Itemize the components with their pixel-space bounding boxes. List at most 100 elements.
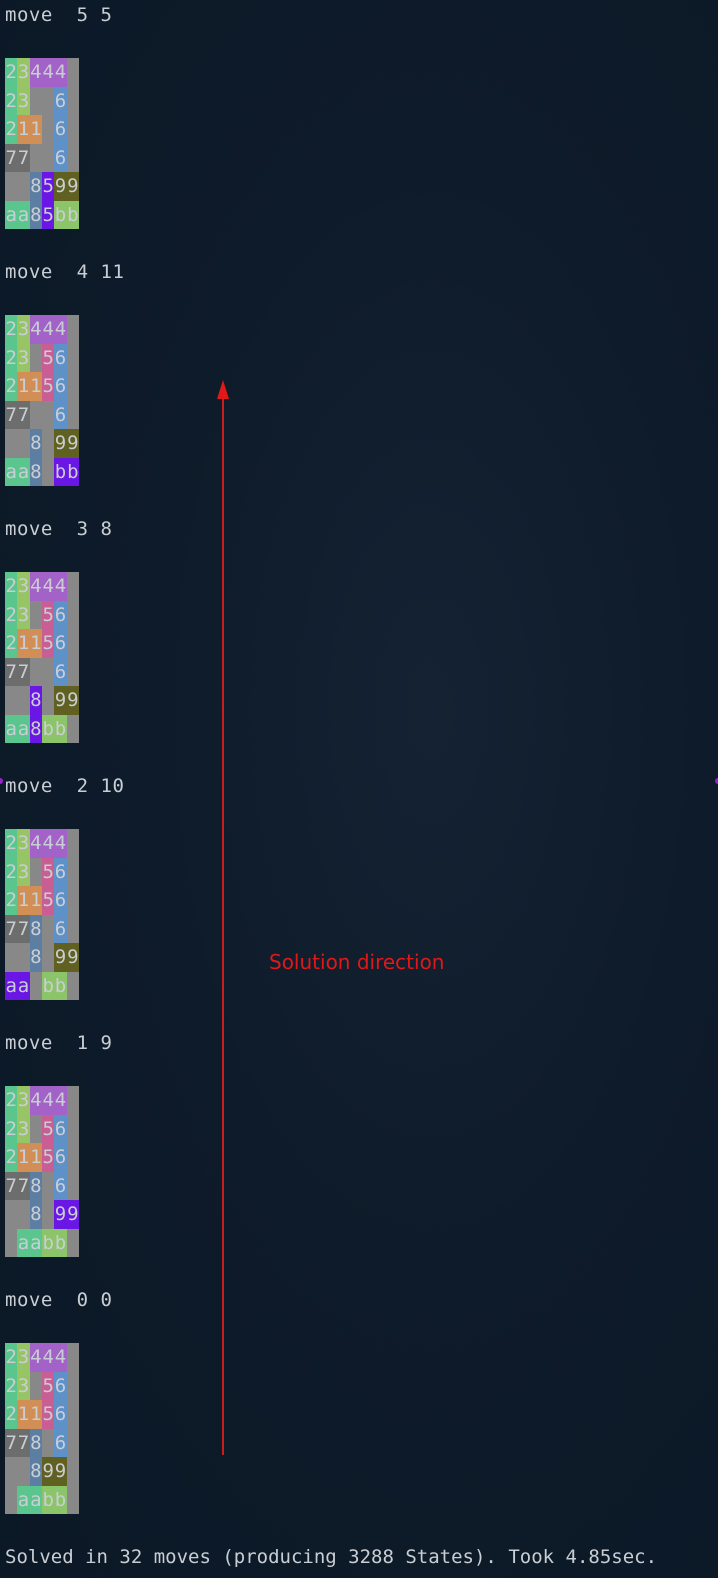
- board-cell: [67, 1143, 79, 1172]
- board-cell: 5: [42, 1114, 55, 1143]
- board-cell: b: [54, 457, 67, 486]
- board-cell: [67, 972, 79, 1001]
- board-cell: 4: [54, 1086, 67, 1115]
- board-cell: a: [17, 714, 30, 743]
- move-label: move 2 10: [5, 775, 125, 797]
- board-row: 23444: [5, 829, 79, 858]
- board-cell: 4: [29, 1343, 42, 1372]
- move-label: move 4 11: [5, 261, 125, 283]
- board-cell: 7: [5, 1171, 18, 1200]
- board-cell: [42, 87, 54, 116]
- board-cell: [30, 144, 42, 173]
- board-cell: b: [42, 714, 55, 743]
- board-cell: [30, 344, 42, 373]
- board-cell: [42, 1200, 54, 1229]
- board-cell: [67, 829, 79, 858]
- board-cell: 2: [5, 86, 18, 115]
- board-cell: 7: [17, 657, 30, 686]
- board-cell: 9: [54, 943, 67, 972]
- board-cell: b: [54, 714, 67, 743]
- board-cell: [30, 87, 42, 116]
- board-cell: 5: [42, 172, 55, 201]
- board-cell: [30, 401, 42, 430]
- board-cell: [17, 1200, 29, 1229]
- board-cell: b: [54, 971, 67, 1000]
- puzzle-board: 234442356211567786899aabb: [5, 1343, 79, 1514]
- board-cell: 2: [5, 886, 18, 915]
- puzzle-board: 23444235621156776899aa8bb: [5, 572, 79, 743]
- board-cell: [67, 315, 79, 344]
- board-cell: a: [17, 200, 30, 229]
- board-row: 2356: [5, 857, 79, 886]
- board-cell: 6: [54, 343, 67, 372]
- board-row: aabb: [5, 1228, 79, 1258]
- board-cell: 6: [54, 629, 67, 658]
- solution-direction-arrow-line: [222, 398, 224, 1455]
- board-cell: [67, 144, 79, 173]
- board-cell: b: [54, 1228, 67, 1257]
- board-cell: 3: [17, 1343, 30, 1372]
- board-row: 899: [5, 429, 79, 458]
- board-cell: 1: [17, 1400, 30, 1429]
- board-cell: 9: [66, 172, 79, 201]
- board-cell: 4: [29, 829, 42, 858]
- board-cell: a: [17, 1485, 30, 1514]
- board-cell: 7: [5, 143, 18, 172]
- board-cell: 8: [29, 1428, 42, 1457]
- board-cell: [67, 1172, 79, 1201]
- board-cell: [67, 344, 79, 373]
- board-cell: 8: [29, 943, 42, 972]
- board-cell: a: [5, 971, 18, 1000]
- board-cell: a: [29, 1485, 42, 1514]
- board-cell: 1: [17, 886, 30, 915]
- board-cell: 1: [17, 115, 30, 144]
- board-cell: [67, 915, 79, 944]
- board-cell: a: [5, 714, 18, 743]
- board-cell: 3: [17, 829, 30, 858]
- board-cell: 4: [42, 58, 55, 87]
- board-cell: b: [66, 457, 79, 486]
- board-cell: 2: [5, 115, 18, 144]
- board-row: 2116: [5, 115, 79, 144]
- board-cell: [67, 1086, 79, 1115]
- board-row: 2356: [5, 1371, 79, 1401]
- board-cell: [67, 1229, 79, 1258]
- board-cell: 1: [29, 886, 42, 915]
- board-cell: 4: [29, 315, 42, 344]
- board-cell: 2: [5, 629, 18, 658]
- board-cell: [67, 572, 79, 601]
- board-cell: 5: [42, 372, 55, 401]
- board-cell: 8: [29, 429, 42, 458]
- board-cell: 2: [5, 1143, 18, 1172]
- board-cell: 4: [29, 58, 42, 87]
- board-cell: 1: [29, 1400, 42, 1429]
- board-row: 776: [5, 657, 79, 686]
- board-cell: [67, 1372, 79, 1401]
- board-cell: 4: [54, 315, 67, 344]
- board-cell: 2: [5, 315, 18, 344]
- board-cell: b: [54, 200, 67, 229]
- board-cell: [42, 1429, 54, 1458]
- board-cell: [42, 1172, 54, 1201]
- board-cell: 2: [5, 829, 18, 858]
- board-cell: [67, 58, 79, 87]
- board-row: 7786: [5, 1428, 79, 1458]
- board-cell: 6: [54, 1143, 67, 1172]
- board-row: 2356: [5, 1114, 79, 1143]
- board-cell: 1: [29, 1143, 42, 1172]
- board-cell: 3: [17, 86, 30, 115]
- board-cell: [42, 458, 54, 487]
- board-row: aabb: [5, 1485, 79, 1514]
- board-cell: a: [29, 1228, 42, 1257]
- board-cell: 6: [54, 657, 67, 686]
- board-cell: [17, 943, 29, 972]
- board-cell: 8: [29, 457, 42, 486]
- board-cell: 5: [42, 200, 55, 229]
- board-cell: 2: [5, 343, 18, 372]
- board-cell: 4: [54, 572, 67, 601]
- board-row: 776: [5, 143, 79, 173]
- board-cell: b: [42, 1485, 55, 1514]
- board-cell: 6: [54, 372, 67, 401]
- board-cell: 7: [5, 400, 18, 429]
- board-row: 776: [5, 400, 79, 430]
